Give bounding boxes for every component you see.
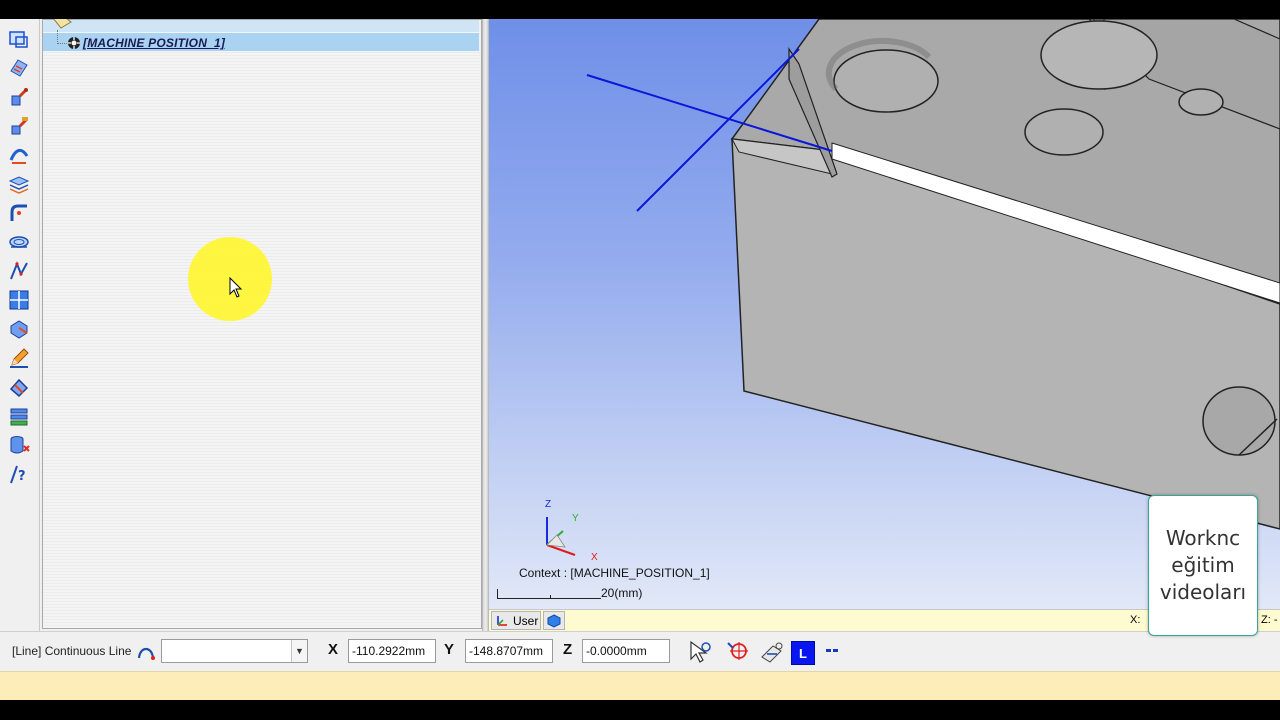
axes-icon [497, 615, 507, 626]
drawing-mode-label: [Line] Continuous Line [12, 644, 132, 658]
layers-icon[interactable] [6, 172, 32, 196]
status-z-label: Z: - [1261, 614, 1278, 626]
axis-x-label: X [591, 552, 598, 563]
lathe-icon[interactable] [6, 230, 32, 254]
cube-icon [547, 613, 561, 628]
folder-icon [53, 19, 72, 29]
scale-bar [497, 589, 601, 599]
chevron-down-icon[interactable]: ▼ [291, 640, 307, 662]
axis-z-label: Z [545, 499, 552, 510]
snap-point-icon[interactable] [724, 638, 752, 666]
pick-point-icon[interactable] [686, 638, 714, 666]
view-cube-tab[interactable] [543, 611, 565, 630]
z-coordinate-label: Z [563, 641, 573, 658]
lock-button[interactable]: L [791, 641, 815, 665]
machine-position-icon [68, 37, 80, 49]
view-tab-user[interactable]: User [491, 611, 541, 630]
scale-label: 20(mm) [601, 586, 643, 600]
line-tool-icon[interactable] [6, 259, 32, 283]
panel-splitter[interactable] [482, 19, 489, 631]
app-window: ? [MACHINE POSITION_1] Z Y X Context: [… [0, 19, 1280, 700]
left-toolbar: ? [0, 19, 40, 631]
line-style-icon[interactable] [826, 649, 840, 655]
letterbox-top [0, 0, 1280, 19]
tool-path-2-icon[interactable] [6, 114, 32, 138]
pencil-icon[interactable] [6, 346, 32, 370]
x-coordinate-label: X [328, 641, 339, 658]
y-coordinate-input[interactable]: -148.8707mm [465, 639, 553, 663]
coordinate-input-bar: [Line] Continuous Line ▼ X -110.2922mm Y… [0, 631, 1280, 671]
curves-icon[interactable] [6, 143, 32, 167]
context-label: Context : [MACHINE_POSITION_1] [519, 566, 710, 580]
axis-triad: Z Y X [539, 497, 609, 563]
database-icon[interactable] [6, 433, 32, 457]
grid-view-icon[interactable] [6, 288, 32, 312]
arc-icon[interactable] [136, 642, 156, 662]
fillet-icon[interactable] [6, 201, 32, 225]
y-coordinate-label: Y [444, 641, 455, 658]
svg-text:?: ? [18, 469, 26, 484]
mode-dropdown[interactable]: ▼ [161, 639, 308, 663]
axis-y-label: Y [572, 513, 579, 524]
eraser-icon[interactable] [6, 375, 32, 399]
watermark-card: Worknc eğitim videoları [1148, 495, 1258, 636]
shape-icon[interactable] [6, 317, 32, 341]
tree-parent-row[interactable] [43, 19, 479, 32]
measure-icon[interactable] [758, 638, 786, 666]
tool-path-icon[interactable] [6, 85, 32, 109]
status-x-label: X: [1130, 614, 1141, 626]
tree-item-machine-position[interactable]: [MACHINE POSITION_1] [83, 36, 225, 50]
x-coordinate-input[interactable]: -110.2922mm [348, 639, 436, 663]
tree-connector [57, 30, 58, 44]
tree-connector [57, 43, 67, 44]
surfaces-icon[interactable] [6, 56, 32, 80]
stack-icon[interactable] [6, 404, 32, 428]
view-frame-icon[interactable] [6, 27, 32, 51]
watermark-text: Worknc eğitim videoları [1159, 526, 1247, 604]
view-tab-label: User [513, 613, 539, 628]
mouse-cursor-icon [229, 277, 243, 298]
tree-panel: [MACHINE POSITION_1] [42, 19, 482, 629]
z-coordinate-input[interactable]: -0.0000mm [582, 639, 670, 663]
help-icon[interactable]: ? [6, 462, 32, 486]
message-bar [0, 671, 1280, 700]
letterbox-bottom [0, 700, 1280, 720]
